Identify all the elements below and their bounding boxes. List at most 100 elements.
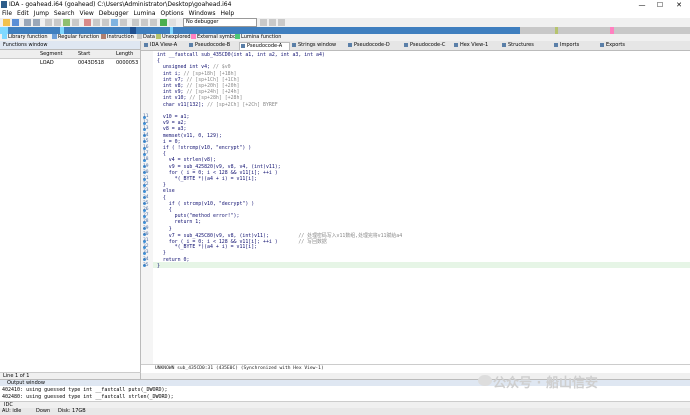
tab-imports[interactable]: Imports [553, 42, 590, 49]
line-number: 30 [143, 231, 149, 237]
menu-debugger[interactable]: Debugger [99, 10, 129, 18]
tab-structures[interactable]: Structures [501, 42, 544, 49]
toolbar-icon[interactable] [278, 19, 285, 26]
toolbar-icon[interactable] [111, 19, 118, 26]
line-number: 26 [143, 207, 149, 212]
menu-view[interactable]: View [80, 10, 94, 18]
menu-search[interactable]: Search [54, 10, 75, 18]
pause-icon[interactable] [169, 19, 176, 26]
toolbar-icon[interactable] [45, 19, 52, 26]
code-line[interactable]: int v9; // [sp+24h] [+24h] [157, 89, 240, 95]
menu-windows[interactable]: Windows [189, 10, 216, 18]
save-icon[interactable] [12, 19, 19, 26]
tab-pseudocode-c[interactable]: Pseudocode-C [403, 42, 452, 49]
code-line[interactable]: char v11[132]; // [sp+2Ch] [+2Ch] BYREF [157, 102, 278, 108]
menu-options[interactable]: Options [161, 10, 184, 18]
toolbar-icon[interactable] [102, 19, 109, 26]
toolbar-icon[interactable] [93, 19, 100, 26]
navigation-band[interactable] [0, 27, 690, 34]
code-line[interactable]: v4 = strlen(v8); [157, 157, 216, 163]
code-line[interactable]: if ( !strcmp(v10, "encrypt") ) [157, 145, 251, 151]
code-line[interactable]: v9 = a2; [157, 120, 187, 126]
toolbar-icon[interactable] [150, 19, 157, 26]
code-line[interactable]: unsigned int v4; // $v0 [157, 64, 231, 70]
tab-strings-window[interactable]: Strings window [291, 42, 344, 49]
tab-exports[interactable]: Exports [599, 42, 636, 49]
code-line[interactable]: { [157, 195, 166, 201]
debugger-select[interactable]: No debugger [183, 18, 257, 27]
line-number: 18 [143, 157, 149, 163]
menu-edit[interactable]: Edit [17, 10, 29, 18]
code-line[interactable]: int v10; // [sp+28h] [+28h] [157, 95, 243, 101]
forward-icon[interactable] [33, 19, 40, 26]
line-number: 34 [143, 256, 149, 262]
legend-item-unexplored: Unexplored [156, 34, 191, 41]
tab-ida-view-a[interactable]: IDA View-A [143, 42, 186, 49]
code-line[interactable]: } [157, 250, 166, 256]
code-line[interactable]: else [157, 188, 175, 194]
toolbar-icon[interactable] [54, 19, 61, 26]
menu-help[interactable]: Help [220, 10, 234, 18]
toolbar-icon[interactable] [260, 19, 267, 26]
code-line[interactable]: if ( strcmp(v10, "decrypt") ) [157, 201, 254, 207]
code-line[interactable]: { [157, 58, 160, 64]
current-line-highlight [153, 262, 690, 268]
code-line[interactable]: } [157, 263, 160, 269]
line-number: 16 [143, 145, 149, 150]
run-icon[interactable] [160, 19, 167, 26]
line-number: 33 [143, 250, 149, 256]
open-icon[interactable] [3, 19, 10, 26]
toolbar-icon[interactable] [84, 19, 91, 26]
line-number: 20 [143, 169, 149, 175]
code-line[interactable]: int v7; // [sp+1Ch] [+1Ch] [157, 77, 240, 83]
toolbar-icon[interactable] [63, 19, 70, 26]
status-direction: Down [36, 408, 51, 414]
code-line[interactable]: int v8; // [sp+20h] [+20h] [157, 83, 240, 89]
line-number: 12 [143, 120, 149, 126]
menu-jump[interactable]: Jump [34, 10, 49, 18]
code-line[interactable]: *(_BYTE *)(a4 + i) = v11[i]; [157, 244, 257, 250]
tab-pseudocode-d[interactable]: Pseudocode-D [347, 42, 396, 49]
code-line[interactable]: for ( i = 0; i < 128 && v11[i]; ++i ) [157, 170, 278, 176]
code-line[interactable]: { [157, 151, 166, 157]
code-line[interactable]: puts("method error!"); [157, 213, 240, 219]
legend-swatch [235, 34, 240, 39]
code-line[interactable]: memset(v11, 0, 129); [157, 133, 222, 139]
tab-pseudocode-b[interactable]: Pseudocode-B [188, 42, 237, 49]
toolbar-icon[interactable] [269, 19, 276, 26]
code-line[interactable]: i = 0; [157, 139, 181, 145]
toolbar-icon[interactable] [132, 19, 139, 26]
code-line[interactable]: return 1; [157, 219, 202, 225]
column-start[interactable]: Start [78, 51, 90, 57]
table-row[interactable]: LOAD 0043D518 0000053 [0, 59, 140, 67]
code-line[interactable]: return 0; [157, 257, 190, 263]
code-line[interactable]: int i; // [sp+18h] [+18h] [157, 71, 237, 77]
line-number: 19 [143, 163, 149, 169]
close-button[interactable]: ✕ [670, 0, 688, 10]
code-line[interactable]: v8 = a3; [157, 126, 187, 132]
toolbar-icon[interactable] [72, 19, 79, 26]
back-icon[interactable] [24, 19, 31, 26]
code-line[interactable]: v10 = a1; [157, 114, 190, 120]
legend-item-data: Data [137, 34, 155, 41]
line-number: 17 [143, 151, 149, 157]
minimize-button[interactable]: — [633, 0, 651, 10]
menu-file[interactable]: File [2, 10, 12, 18]
tab-pseudocode-a[interactable]: Pseudocode-A [239, 42, 290, 50]
code-line[interactable]: v9 = sub_425820(v9, v8, v4, (int)v11); [157, 164, 281, 170]
code-line[interactable]: } [157, 182, 166, 188]
structures-icon [502, 42, 506, 47]
menu-lumina[interactable]: Lumina [133, 10, 155, 18]
code-line[interactable]: } [157, 226, 172, 232]
maximize-button[interactable]: ☐ [651, 0, 669, 10]
toolbar-icon[interactable] [120, 19, 127, 26]
code-line[interactable]: *(_BYTE *)(a4 + i) = v11[i]; [157, 176, 257, 182]
column-segment[interactable]: Segment [40, 51, 63, 57]
line-number: 24 [143, 194, 149, 200]
tab-hex-view-1[interactable]: Hex View-1 [453, 42, 496, 49]
code-line[interactable]: { [157, 207, 172, 213]
toolbar-icon[interactable] [141, 19, 148, 26]
code-line[interactable]: int __fastcall sub_435CD0(int a1, int a2… [157, 52, 325, 58]
line-number: 32 [143, 244, 149, 250]
column-length[interactable]: Length [116, 51, 133, 57]
